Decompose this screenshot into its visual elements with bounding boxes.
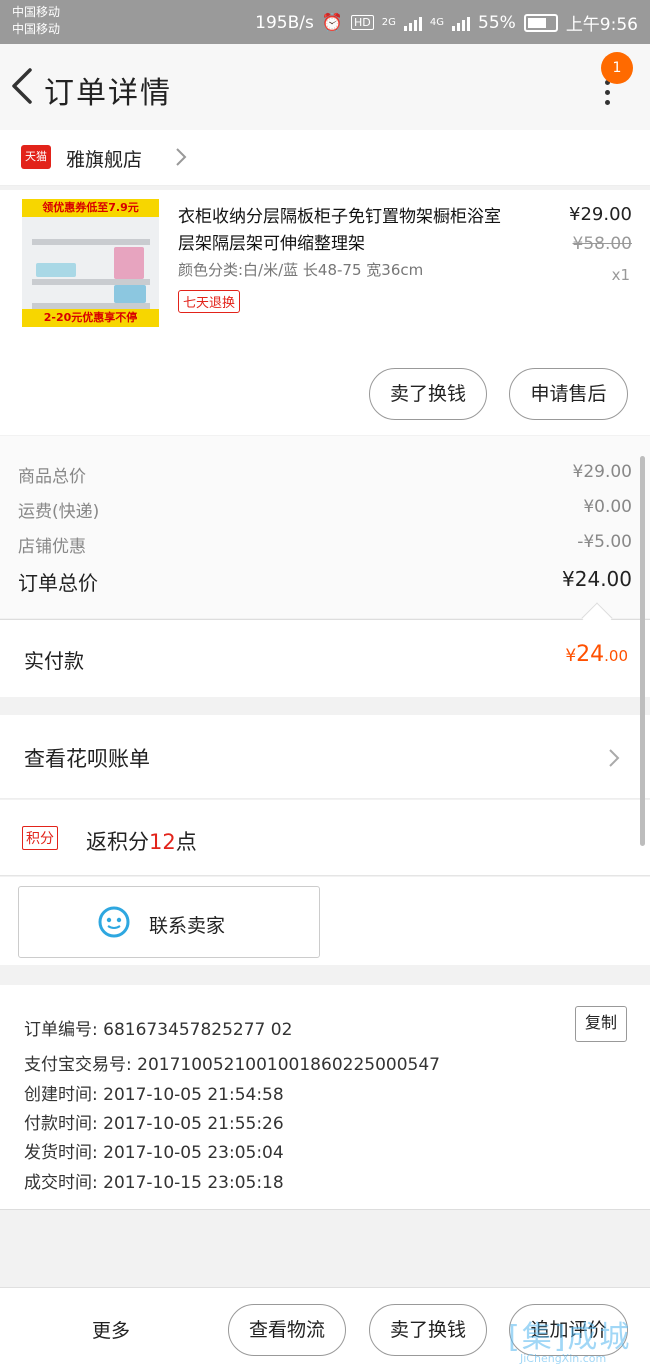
points-prefix: 返积分 [86,830,149,854]
back-arrow-icon[interactable] [8,64,38,108]
points-row: 积分 返积分12点 [0,800,650,876]
product-image[interactable]: 领优惠券低至7.9元 2-20元优惠享不停 [22,199,159,327]
alipay-trade-number: 支付宝交易号: 2017100521001001860225000547 [24,1055,440,1075]
huabei-bill-row[interactable]: 查看花呗账单 [0,715,650,799]
product-price: ¥29.00 [569,204,632,225]
paid-currency: ¥ [565,646,577,666]
summary-label: 店铺优惠 [18,537,86,557]
shipped-time: 发货时间: 2017-10-05 23:05:04 [24,1143,284,1163]
battery-percent: 55% [478,12,516,33]
product-quantity: x1 [611,266,630,284]
points-number: 12 [149,830,176,854]
network-type-1: 2G [381,17,396,28]
summary-value: -¥5.00 [577,532,632,552]
price-summary: 商品总价 ¥29.00 运费(快递) ¥0.00 店铺优惠 -¥5.00 订单总… [0,436,650,618]
summary-row-goods: 商品总价 ¥29.00 [18,462,632,487]
order-info: 订单编号: 681673457825277 02 复制 支付宝交易号: 2017… [0,985,650,1210]
status-right: 195B/s ⏰ HD 2G 4G 55% 上午9:56 [255,10,638,36]
sell-for-cash-bottom-button[interactable]: 卖了换钱 [369,1304,487,1356]
storage-box [114,285,146,303]
alarm-icon: ⏰ [321,12,344,33]
carrier-2: 中国移动 [12,22,61,36]
signal-icon-2 [452,15,471,31]
watermark-logo: [集]成城 [508,1320,632,1355]
order-total-value: ¥24.00 [562,567,632,591]
shop-row[interactable]: 天猫 雅旗舰店 [0,130,650,186]
status-bar: 中国移动 中国移动 195B/s ⏰ HD 2G 4G 55% 上午9:56 [0,0,650,44]
scrollbar[interactable] [640,456,645,846]
site-watermark: [集]成城 JiChengXin.com [504,1310,650,1371]
points-tag: 积分 [22,826,58,850]
storage-box [36,263,76,277]
copy-button[interactable]: 复制 [575,1006,627,1042]
product-title[interactable]: 衣柜收纳分层隔板柜子免钉置物架橱柜浴室层架隔层架可伸缩整理架 [178,204,508,258]
contact-seller-button[interactable]: 联系卖家 [18,886,320,958]
storage-box [114,247,144,279]
points-suffix: 点 [175,830,197,854]
paid-amount: ¥24.00 [565,642,628,667]
hd-icon: HD [351,15,374,30]
chat-bubble-icon [98,906,130,938]
view-logistics-button[interactable]: 查看物流 [228,1304,346,1356]
summary-row-discount: 店铺优惠 -¥5.00 [18,532,632,557]
carrier-info: 中国移动 中国移动 [12,4,60,38]
summary-label: 商品总价 [18,467,86,487]
contact-section: 联系卖家 [0,877,650,965]
notification-badge: 1 [601,52,633,84]
more-menu-icon[interactable] [598,80,616,118]
order-total-label: 订单总价 [18,571,98,595]
watermark-url: JiChengXin.com [520,1352,607,1365]
more-button[interactable]: 更多 [92,1316,130,1343]
contact-seller-label: 联系卖家 [149,915,226,937]
product-image-banner-bottom: 2-20元优惠享不停 [22,309,159,327]
shop-name: 雅旗舰店 [66,149,143,171]
product-original-price: ¥58.00 [572,234,632,254]
summary-value: ¥29.00 [572,462,632,482]
chevron-right-icon [609,749,620,767]
huabei-label: 查看花呗账单 [24,747,150,771]
summary-row-shipping: 运费(快递) ¥0.00 [18,497,632,522]
page-header: 订单详情 [0,44,650,130]
clock: 上午9:56 [565,15,638,35]
paid-integer: 24 [576,642,605,667]
points-text: 返积分12点 [86,826,197,856]
order-number: 订单编号: 681673457825277 02 [24,1020,293,1040]
return-policy-tag: 七天退换 [178,290,241,313]
summary-value: ¥0.00 [583,497,632,517]
created-time: 创建时间: 2017-10-05 21:54:58 [24,1085,284,1105]
carrier-1: 中国移动 [12,5,61,19]
product-image-banner-top: 领优惠券低至7.9元 [22,199,159,217]
summary-label: 运费(快递) [18,502,100,522]
chevron-right-icon [176,148,187,166]
battery-icon [523,13,558,32]
page-title: 订单详情 [44,76,172,111]
sell-for-cash-button[interactable]: 卖了换钱 [369,368,487,420]
paid-label: 实付款 [24,649,84,673]
signal-icon [403,15,422,31]
product-card: 领优惠券低至7.9元 2-20元优惠享不停 衣柜收纳分层隔板柜子免钉置物架橱柜浴… [0,190,650,435]
after-sale-button[interactable]: 申请售后 [509,368,628,420]
paid-amount-row: 实付款 ¥24.00 [0,619,650,697]
net-speed: 195B/s [255,12,314,33]
summary-row-total: 订单总价 ¥24.00 [18,567,632,596]
shelf-line [32,239,150,245]
tmall-logo-icon: 天猫 [21,145,51,169]
paid-decimal: .00 [604,647,628,665]
network-type-2: 4G [429,17,445,28]
completed-time: 成交时间: 2017-10-15 23:05:18 [24,1173,284,1193]
product-spec: 颜色分类:白/米/蓝 长48-75 宽36cm [178,261,424,279]
paid-time: 付款时间: 2017-10-05 21:55:26 [24,1114,284,1134]
